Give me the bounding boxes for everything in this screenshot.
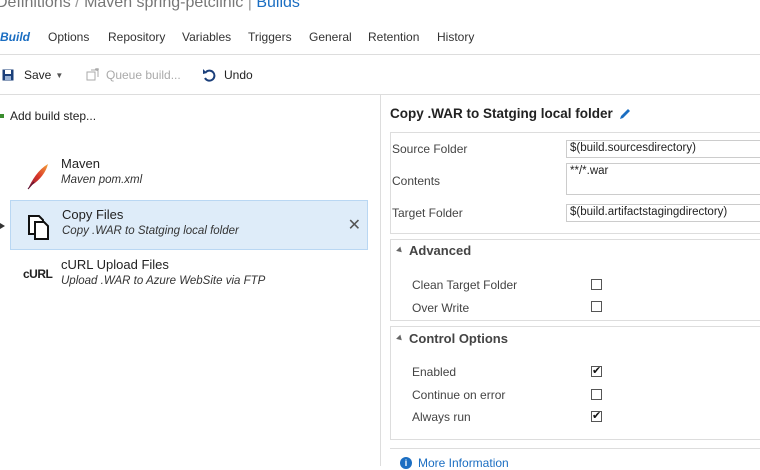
collapse-icon xyxy=(396,246,404,255)
tab-repository[interactable]: Repository xyxy=(108,30,165,44)
queue-build-icon xyxy=(86,68,99,81)
breadcrumb-definition-name[interactable]: Maven spring-petclinic xyxy=(84,0,243,11)
contents-label: Contents xyxy=(392,174,441,188)
contents-input[interactable]: **/*.war xyxy=(566,163,760,195)
save-label: Save xyxy=(24,68,52,82)
close-icon[interactable]: ✕ xyxy=(348,215,361,235)
copy-files-icon xyxy=(28,215,49,240)
tab-retention[interactable]: Retention xyxy=(368,30,419,44)
always-run-label: Always run xyxy=(412,410,471,424)
more-information-label: More Information xyxy=(418,456,509,470)
breadcrumb-builds[interactable]: Builds xyxy=(256,0,300,11)
build-step-description: Upload .WAR to Azure WebSite via FTP xyxy=(61,275,266,287)
chevron-down-icon[interactable]: ▼ xyxy=(55,71,63,80)
pane-divider[interactable] xyxy=(380,95,381,466)
pencil-icon[interactable] xyxy=(619,108,631,120)
build-step-description: Maven pom.xml xyxy=(61,174,143,186)
advanced-header[interactable]: Advanced xyxy=(396,243,472,258)
source-folder-label: Source Folder xyxy=(392,142,468,156)
more-info-divider xyxy=(390,448,760,449)
build-step-name: Copy Files xyxy=(62,207,124,222)
always-run-checkbox[interactable]: ✔ xyxy=(591,411,602,422)
advanced-section: Advanced Clean Target Folder Over Write xyxy=(390,239,760,321)
info-icon: i xyxy=(400,457,412,469)
build-step-name: cURL Upload Files xyxy=(61,257,169,272)
over-write-label: Over Write xyxy=(412,301,470,315)
selected-step-indicator xyxy=(0,223,5,229)
breadcrumb-separator: | xyxy=(247,0,252,11)
target-folder-label: Target Folder xyxy=(392,206,463,220)
collapse-icon xyxy=(396,334,404,343)
queue-build-label: Queue build... xyxy=(106,68,181,82)
tab-history[interactable]: History xyxy=(437,30,474,44)
build-step-maven[interactable]: Maven Maven pom.xml xyxy=(10,150,366,198)
tab-build[interactable]: Build xyxy=(0,30,30,44)
task-title-text: Copy .WAR to Statging local folder xyxy=(390,106,613,121)
add-build-step-button[interactable]: Add build step... xyxy=(0,109,96,123)
tab-options[interactable]: Options xyxy=(48,30,89,44)
undo-button[interactable]: Undo xyxy=(202,68,253,82)
breadcrumb-definitions[interactable]: Definitions xyxy=(0,0,71,11)
build-step-copy-files[interactable]: Copy Files Copy .WAR to Statging local f… xyxy=(10,200,368,250)
task-title: Copy .WAR to Statging local folder xyxy=(390,106,631,121)
undo-icon xyxy=(203,69,216,82)
maven-feather-icon xyxy=(27,164,48,190)
source-folder-input[interactable]: $(build.sourcesdirectory) xyxy=(566,140,760,158)
over-write-checkbox[interactable] xyxy=(591,301,602,312)
add-icon xyxy=(0,114,4,118)
continue-on-error-checkbox[interactable] xyxy=(591,389,602,400)
breadcrumb: Definitions / Maven spring-petclinic | B… xyxy=(0,0,300,12)
queue-build-button[interactable]: Queue build... xyxy=(86,68,181,82)
target-folder-input[interactable]: $(build.artifactstagingdirectory) xyxy=(566,204,760,222)
curl-icon: cURL xyxy=(23,267,53,281)
control-options-header[interactable]: Control Options xyxy=(396,331,508,346)
more-information-link[interactable]: i More Information xyxy=(400,456,509,470)
tab-triggers[interactable]: Triggers xyxy=(248,30,292,44)
tab-general[interactable]: General xyxy=(309,30,352,44)
build-step-name: Maven xyxy=(61,156,101,171)
save-button[interactable]: Save ▼ xyxy=(2,68,63,82)
clean-target-folder-checkbox[interactable] xyxy=(591,279,602,290)
enabled-checkbox[interactable]: ✔ xyxy=(591,366,602,377)
add-build-step-label: Add build step... xyxy=(10,109,97,123)
breadcrumb-separator: / xyxy=(75,0,80,11)
undo-label: Undo xyxy=(224,68,253,82)
save-icon xyxy=(2,69,14,81)
control-options-title: Control Options xyxy=(409,331,508,346)
tab-variables[interactable]: Variables xyxy=(182,30,231,44)
tabs-divider xyxy=(0,54,760,55)
clean-target-folder-label: Clean Target Folder xyxy=(412,278,518,292)
build-step-description: Copy .WAR to Statging local folder xyxy=(62,225,239,237)
control-options-section: Control Options Enabled ✔ Continue on er… xyxy=(390,326,760,440)
build-step-curl-upload[interactable]: cURL cURL Upload Files Upload .WAR to Az… xyxy=(10,251,366,299)
enabled-label: Enabled xyxy=(412,365,457,379)
advanced-title: Advanced xyxy=(409,243,472,258)
continue-on-error-label: Continue on error xyxy=(412,388,506,402)
